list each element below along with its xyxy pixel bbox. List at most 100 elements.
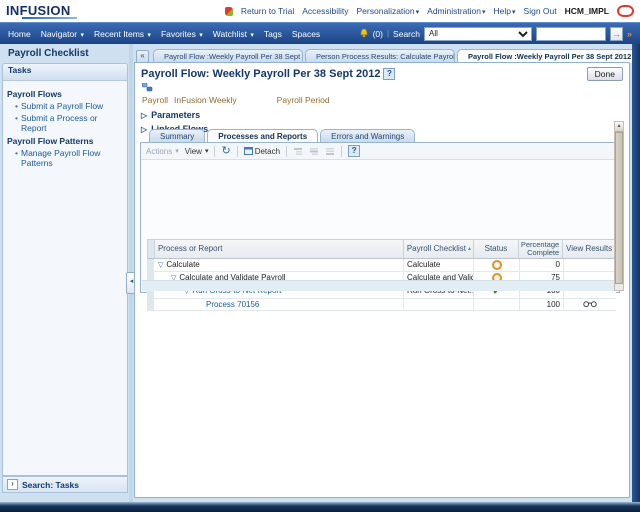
nav-tags[interactable]: Tags: [264, 29, 282, 39]
expand-arrow-icon: ▷: [141, 125, 147, 134]
subtab-processes-and-reports[interactable]: Processes and Reports: [207, 129, 318, 143]
divider: [341, 146, 342, 157]
expand-icon: ›: [7, 479, 18, 490]
tasks-panel-header[interactable]: Tasks: [3, 64, 127, 81]
column-header-percentage-complete[interactable]: Percentage Complete: [519, 240, 563, 258]
table-row[interactable]: Process 70156 100: [147, 299, 616, 311]
watchlist-count: (0): [373, 29, 383, 39]
nav-home[interactable]: Home: [8, 29, 31, 39]
window-bottom-edge: [0, 502, 640, 512]
search-input[interactable]: [536, 27, 606, 41]
processes-content-box: Actions▾ View▾ ↻ Detach ?: [140, 142, 620, 293]
sidebar-item-manage-payroll-flow-patterns[interactable]: •Manage Payroll Flow Patterns: [15, 148, 123, 168]
accessibility-link[interactable]: Accessibility: [302, 6, 348, 16]
trial-icon: [225, 7, 233, 16]
tasks-panel-body: Payroll Flows •Submit a Payroll Flow •Su…: [3, 81, 127, 175]
scroll-up-button[interactable]: ▴: [615, 122, 623, 132]
divider: |: [387, 29, 389, 38]
nav-favorites[interactable]: Favorites ▾: [161, 29, 203, 39]
bullet-icon: •: [15, 148, 18, 168]
main-content-panel: Payroll Flow: Weekly Payroll Per 38 Sept…: [134, 62, 630, 498]
advanced-search-icon[interactable]: »: [627, 29, 632, 39]
infusion-logo: INFUSION: [6, 3, 71, 20]
personalization-menu[interactable]: Personalization▾: [357, 6, 420, 16]
subtab-errors-and-warnings[interactable]: Errors and Warnings: [320, 129, 415, 143]
checklist-cell: [404, 299, 474, 310]
sign-out-link[interactable]: Sign Out: [524, 6, 557, 16]
column-header-process-or-report[interactable]: Process or Report: [155, 240, 404, 258]
oracle-logo-icon: [617, 5, 634, 17]
show-as-top-icon[interactable]: [325, 147, 335, 156]
go-up-icon[interactable]: [309, 147, 319, 156]
view-results-glasses-icon[interactable]: [583, 300, 597, 308]
help-menu[interactable]: Help▾: [494, 6, 516, 16]
sidebar-item-submit-process-or-report[interactable]: •Submit a Process or Report: [15, 113, 123, 133]
payroll-label: Payroll: [142, 95, 168, 105]
go-to-top-icon[interactable]: [293, 147, 303, 156]
watchlist-bell-icon[interactable]: [359, 28, 369, 39]
sidebar-item-submit-payroll-flow[interactable]: •Submit a Payroll Flow: [15, 101, 123, 111]
nav-search-area: (0) | Search All → »: [359, 27, 632, 41]
administration-menu[interactable]: Administration▾: [427, 6, 485, 16]
payroll-period-label: Payroll Period: [277, 95, 330, 105]
table-row[interactable]: ▽Calculate Calculate 0: [147, 259, 616, 272]
subtab-summary[interactable]: Summary: [149, 129, 205, 143]
return-to-trial-link[interactable]: Return to Trial: [241, 6, 294, 16]
chevron-down-icon: ▾: [416, 9, 420, 16]
nav-spaces[interactable]: Spaces: [292, 29, 320, 39]
processes-table: Process or Report Payroll Checklist▴ Sta…: [147, 239, 616, 311]
view-results-cell: [564, 299, 616, 310]
bullet-icon: •: [15, 113, 18, 133]
scrollbar-thumb[interactable]: [615, 132, 623, 284]
bullet-icon: •: [15, 101, 18, 111]
nav-menu: Home Navigator ▾ Recent Items ▾ Favorite…: [8, 29, 320, 39]
chevron-down-icon: ▾: [80, 32, 84, 39]
help-icon[interactable]: ?: [383, 68, 395, 80]
page-region-title: Payroll Checklist: [8, 48, 89, 59]
process-name-cell: ▽Calculate: [154, 259, 404, 271]
process-link[interactable]: Process 70156: [206, 300, 259, 309]
help-icon[interactable]: ?: [348, 145, 360, 157]
status-in-progress-icon: [492, 260, 502, 270]
nav-watchlist[interactable]: Watchlist ▾: [213, 29, 254, 39]
results-subtab-bar: Summary Processes and Reports Errors and…: [149, 129, 415, 143]
tab-payroll-flow-1[interactable]: Payroll Flow :Weekly Payroll Per 38 Sept…: [153, 49, 303, 63]
tab-payroll-flow-active[interactable]: Payroll Flow :Weekly Payroll Per 38 Sept…: [457, 49, 640, 63]
column-header-payroll-checklist[interactable]: Payroll Checklist▴: [404, 240, 474, 258]
task-group-title: Payroll Flows: [7, 89, 123, 99]
column-header-status[interactable]: Status: [474, 240, 520, 258]
table-header-row: Process or Report Payroll Checklist▴ Sta…: [147, 239, 616, 259]
detach-window-icon: [244, 147, 253, 155]
search-scope-select[interactable]: All: [424, 27, 532, 41]
logged-in-user: HCM_IMPL: [565, 6, 609, 16]
view-results-cell: [564, 259, 616, 271]
tab-person-process-results[interactable]: Person Process Results: Calculate Payrol…: [305, 49, 455, 63]
refresh-icon[interactable]: ↻: [221, 146, 230, 156]
divider: [214, 146, 215, 157]
vertical-scrollbar[interactable]: ▴: [614, 121, 624, 291]
global-nav-bar: Home Navigator ▾ Recent Items ▾ Favorite…: [0, 22, 640, 44]
parameters-expander[interactable]: ▷ Parameters: [135, 107, 629, 121]
tree-collapse-icon[interactable]: ▽: [158, 262, 163, 269]
view-menu-button[interactable]: View▾: [185, 147, 209, 156]
utility-bar: INFUSION Return to Trial Accessibility P…: [0, 0, 640, 22]
window-right-edge: [632, 44, 640, 512]
search-tasks-expander[interactable]: › Search: Tasks: [2, 476, 128, 493]
search-go-button[interactable]: →: [610, 27, 623, 41]
flow-hierarchy-icon[interactable]: [142, 83, 153, 92]
column-header-view-results[interactable]: View Results: [563, 240, 615, 258]
percentage-cell: 0: [520, 259, 564, 271]
search-label: Search: [393, 29, 420, 39]
divider: [237, 146, 238, 157]
chevron-down-icon: ▾: [147, 32, 151, 39]
nav-navigator[interactable]: Navigator ▾: [41, 29, 84, 39]
percentage-cell: 100: [520, 299, 564, 310]
actions-menu-button[interactable]: Actions▾: [146, 147, 179, 156]
status-cell: [474, 299, 520, 310]
detach-button[interactable]: Detach: [244, 147, 280, 156]
page-header: Payroll Flow: Weekly Payroll Per 38 Sept…: [135, 63, 629, 82]
table-toolbar: Actions▾ View▾ ↻ Detach ?: [141, 143, 619, 160]
nav-recent-items[interactable]: Recent Items ▾: [94, 29, 151, 39]
row-gutter: [147, 259, 154, 271]
done-button[interactable]: Done: [587, 67, 623, 81]
